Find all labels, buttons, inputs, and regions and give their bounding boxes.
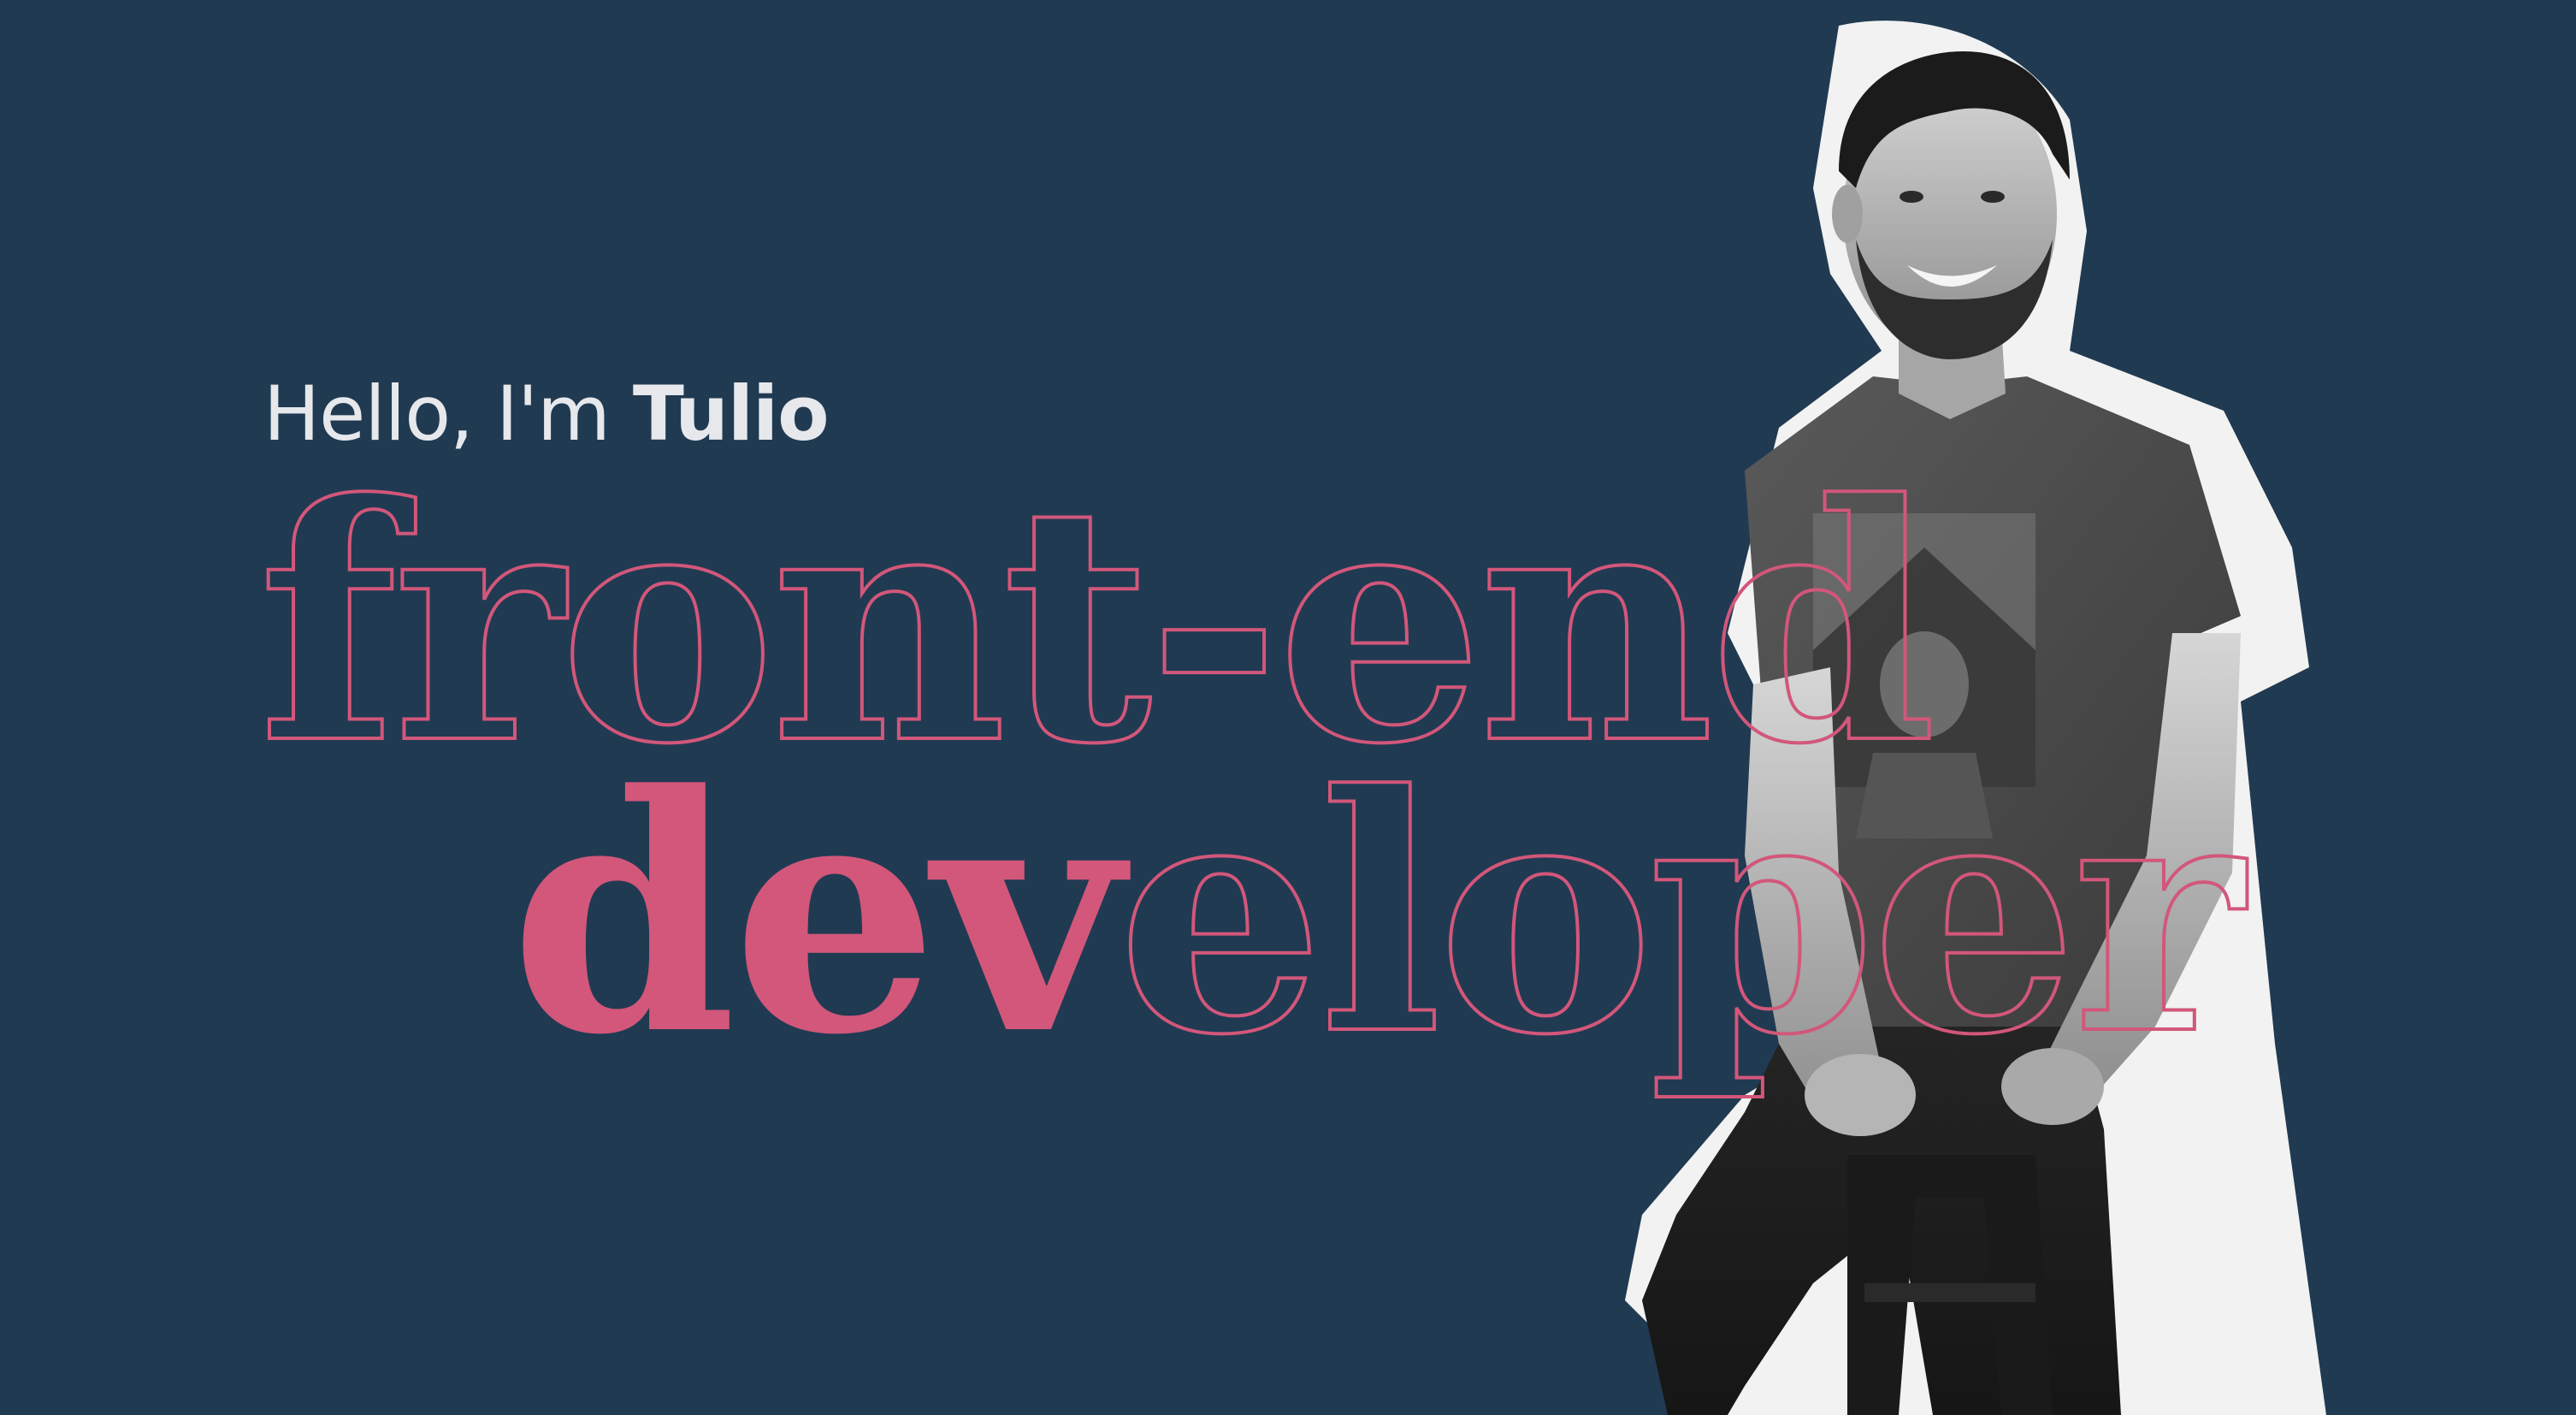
headline-rest: eloper (1115, 724, 2245, 1106)
headline-developer: developer (510, 751, 2246, 1080)
headline-highlight: dev (510, 724, 1122, 1106)
hero-section: Hello, I'm Tulio front-end developer (0, 0, 2576, 1415)
